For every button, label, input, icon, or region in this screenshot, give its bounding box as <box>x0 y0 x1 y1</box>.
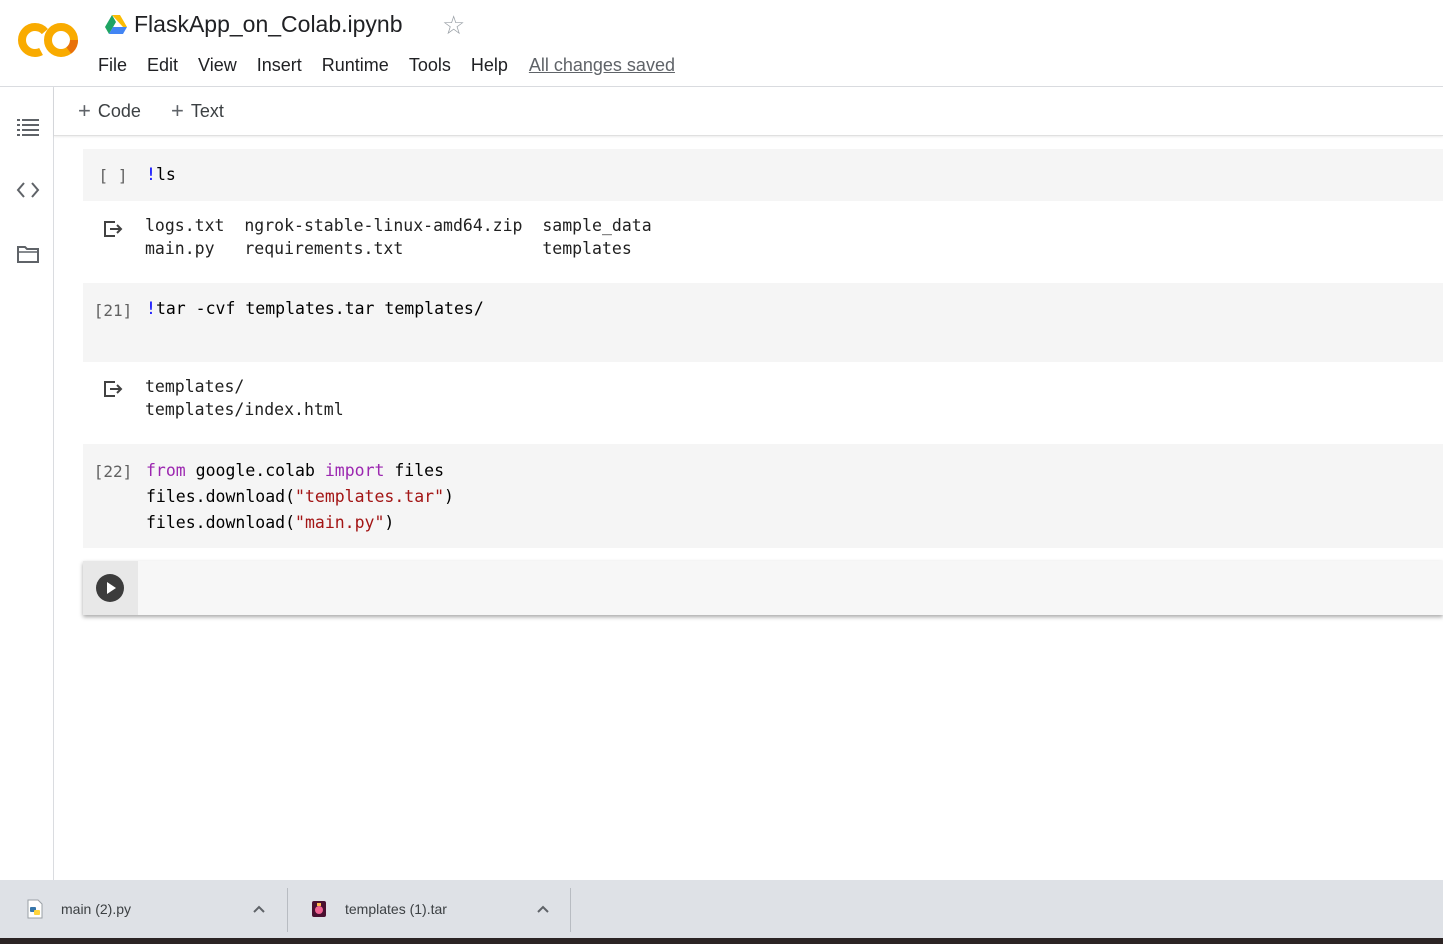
add-code-label: Code <box>97 101 141 121</box>
add-code-cell-button[interactable]: + Code <box>78 100 141 122</box>
code-editor[interactable]: !ls <box>146 162 176 188</box>
output-line: templates/ <box>145 377 245 396</box>
code-cell[interactable]: [21] !tar -cvf templates.tar templates/ <box>83 283 1443 362</box>
menu-view[interactable]: View <box>188 53 247 77</box>
output-text: templates/templates/index.html <box>145 375 344 421</box>
download-item-main-py[interactable]: main (2).py <box>26 880 131 938</box>
code-cell[interactable]: [ ] !ls <box>83 149 1443 201</box>
colab-logo-icon[interactable] <box>18 18 80 62</box>
execution-count[interactable]: [22] <box>83 462 143 481</box>
run-cell-icon[interactable] <box>96 574 124 602</box>
code-editor[interactable]: from google.colab import files files.down… <box>146 458 454 536</box>
shelf-divider <box>287 888 288 932</box>
cell-output: logs.txt ngrok-stable-linux-amd64.zip sa… <box>83 201 1443 283</box>
menu-runtime[interactable]: Runtime <box>312 53 399 77</box>
chevron-up-icon[interactable] <box>535 901 551 917</box>
output-redirect-icon[interactable] <box>101 377 125 401</box>
code-line[interactable]: files.download("main.py") <box>146 510 454 536</box>
output-line: templates/index.html <box>145 400 344 419</box>
taskbar-edge <box>0 938 1443 944</box>
left-side-rail <box>0 87 54 880</box>
menu-file[interactable]: File <box>88 53 137 77</box>
code-snippets-icon[interactable] <box>14 176 42 204</box>
table-of-contents-icon[interactable] <box>14 113 42 141</box>
plus-icon: + <box>171 98 184 123</box>
add-text-cell-button[interactable]: + Text <box>171 100 224 122</box>
code-cell[interactable]: [22] from google.colab import files files… <box>83 444 1443 548</box>
code-line[interactable]: from google.colab import files <box>146 458 454 484</box>
star-outline-icon[interactable]: ☆ <box>442 10 465 40</box>
download-filename: main (2).py <box>61 901 132 917</box>
chevron-up-icon[interactable] <box>251 901 267 917</box>
code-editor[interactable]: !tar -cvf templates.tar templates/ <box>146 296 484 322</box>
empty-code-cell[interactable] <box>83 561 1443 615</box>
menu-insert[interactable]: Insert <box>247 53 312 77</box>
notebook-toolbar: + Code + Text <box>54 87 1443 136</box>
menu-bar: File Edit View Insert Runtime Tools Help… <box>88 53 675 77</box>
code-line[interactable]: files.download("templates.tar") <box>146 484 454 510</box>
plus-icon: + <box>78 98 91 123</box>
tar-archive-icon <box>312 901 326 917</box>
output-line: main.py requirements.txt templates <box>145 239 632 258</box>
execution-count[interactable]: [21] <box>83 301 143 320</box>
notebook-header: FlaskApp_on_Colab.ipynb ☆ File Edit View… <box>0 0 1443 87</box>
output-redirect-icon[interactable] <box>101 217 125 241</box>
notebook-title[interactable]: FlaskApp_on_Colab.ipynb <box>134 11 403 38</box>
output-text: logs.txt ngrok-stable-linux-amd64.zip sa… <box>145 214 652 260</box>
download-filename: templates (1).tar <box>345 901 447 917</box>
python-file-icon <box>27 899 43 919</box>
shelf-divider <box>570 888 571 932</box>
files-folder-icon[interactable] <box>14 240 42 268</box>
cell-output: templates/templates/index.html <box>83 362 1443 444</box>
menu-help[interactable]: Help <box>461 53 518 77</box>
menu-tools[interactable]: Tools <box>399 53 461 77</box>
execution-count[interactable]: [ ] <box>83 166 143 185</box>
download-item-templates-tar[interactable]: templates (1).tar <box>311 880 447 938</box>
add-text-label: Text <box>190 101 224 121</box>
output-line: logs.txt ngrok-stable-linux-amd64.zip sa… <box>145 216 652 235</box>
menu-edit[interactable]: Edit <box>137 53 188 77</box>
save-status-link[interactable]: All changes saved <box>529 53 675 77</box>
download-shelf: main (2).py templates (1).tar <box>0 880 1443 938</box>
google-drive-icon[interactable] <box>105 15 127 35</box>
run-gutter <box>83 561 138 615</box>
